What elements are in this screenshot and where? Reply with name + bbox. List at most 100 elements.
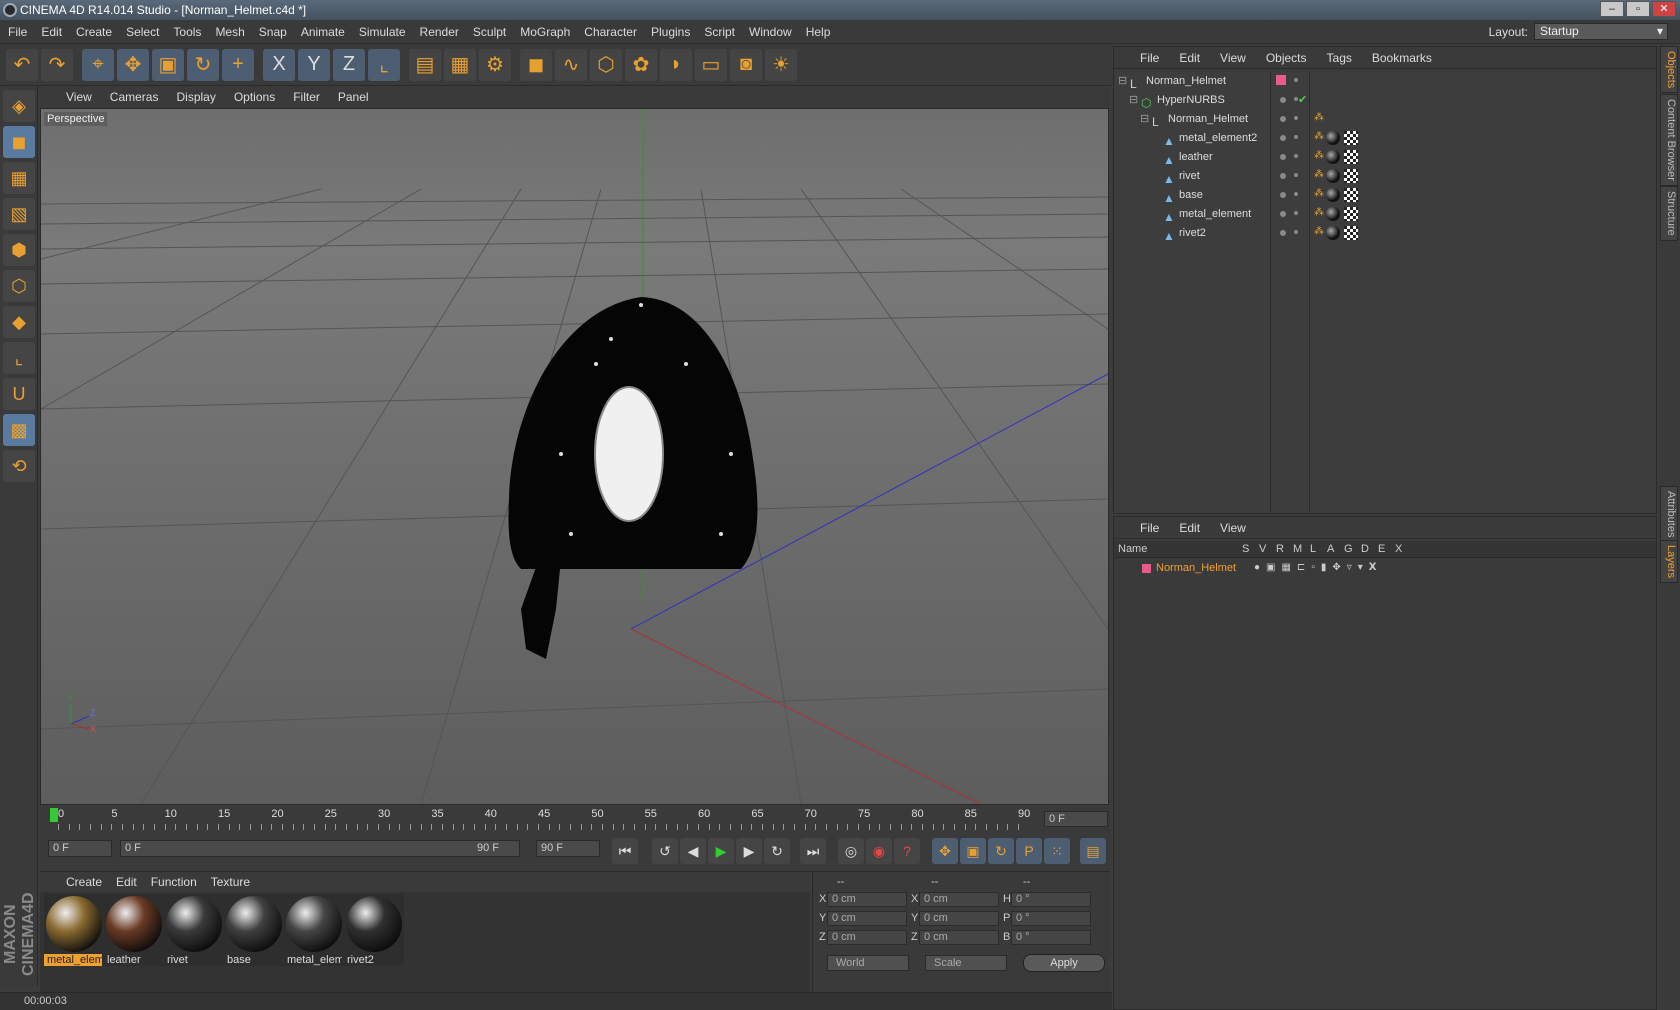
layer-column-r[interactable]: R (1276, 543, 1284, 555)
rotate-icon[interactable]: ↻ (187, 48, 219, 81)
spline-icon[interactable]: ∿ (555, 48, 587, 81)
coordinate-system-icon[interactable]: ⌞ (368, 48, 400, 81)
snap-icon[interactable]: ▩ (3, 414, 35, 446)
coordinate-mode-dropdown[interactable]: World (827, 955, 909, 971)
minimize-button[interactable]: – (1600, 1, 1624, 17)
start-frame-field[interactable]: 0 F (48, 840, 112, 857)
object-menu-objects[interactable]: Objects (1266, 51, 1307, 65)
viewport-menu-panel[interactable]: Panel (338, 90, 369, 104)
camera-icon[interactable]: ◙ (730, 48, 762, 81)
next-frame-icon[interactable]: ▶ (736, 838, 762, 864)
phong-tag-icon[interactable]: ⁂ (1314, 151, 1324, 163)
object-row[interactable]: L ⊟ Norman_Helmet ⁂ (1114, 109, 1656, 130)
current-frame-field[interactable]: 0 F (1044, 811, 1108, 827)
previous-key-icon[interactable]: ↺ (652, 838, 678, 864)
coord-field[interactable]: 0 cm (919, 892, 999, 907)
material-swatch[interactable]: base (224, 894, 284, 966)
axis-icon[interactable]: ⌞ (3, 342, 35, 374)
menu-mesh[interactable]: Mesh (215, 25, 244, 39)
object-menu-file[interactable]: File (1140, 51, 1159, 65)
render-dot[interactable] (1294, 135, 1298, 139)
tab-content-browser[interactable]: Content Browser (1660, 94, 1678, 186)
material-swatch[interactable]: leather (104, 894, 164, 966)
object-menu-view[interactable]: View (1220, 51, 1246, 65)
coord-field[interactable]: 0 ° (1011, 930, 1091, 945)
coord-field[interactable]: 0 ° (1011, 911, 1091, 926)
menu-render[interactable]: Render (420, 25, 459, 39)
object-name[interactable]: Norman_Helmet (1168, 109, 1248, 129)
record-keys-icon[interactable]: ◎ (838, 838, 864, 864)
play-icon[interactable]: ▶ (708, 838, 734, 864)
layer-column-s[interactable]: S (1242, 543, 1249, 555)
playhead[interactable] (50, 808, 58, 822)
layer-menu-file[interactable]: File (1140, 521, 1159, 535)
scale-icon[interactable]: ▣ (152, 48, 184, 81)
menu-create[interactable]: Create (76, 25, 112, 39)
viewport-menu-filter[interactable]: Filter (293, 90, 320, 104)
layer-column-a[interactable]: A (1327, 543, 1334, 555)
phong-tag-icon[interactable]: ⁂ (1314, 113, 1324, 125)
object-row[interactable]: ▲ rivet ⁂ (1114, 166, 1656, 186)
object-row[interactable]: ⬡ ⊟ HyperNURBS ✔ (1114, 90, 1656, 110)
phong-tag-icon[interactable]: ⁂ (1314, 227, 1324, 239)
autokey-icon[interactable]: ◉ (866, 838, 892, 864)
size-mode-dropdown[interactable]: Scale (925, 955, 1007, 971)
timeline-window-icon[interactable]: ▤ (1080, 838, 1106, 864)
layer-column-m[interactable]: M (1293, 543, 1302, 555)
texture-tag-icon[interactable] (1344, 226, 1358, 240)
object-row[interactable]: ▲ base ⁂ (1114, 185, 1656, 205)
visibility-dot[interactable] (1280, 173, 1286, 179)
end-frame-field[interactable]: 90 F (536, 840, 600, 857)
texture-tag-icon[interactable] (1344, 131, 1358, 145)
previous-frame-icon[interactable]: ◀ (680, 838, 706, 864)
texture-tag-icon[interactable] (1344, 150, 1358, 164)
object-name[interactable]: metal_element2 (1179, 128, 1257, 148)
add-icon[interactable]: + (222, 48, 254, 81)
material-tag-icon[interactable] (1326, 150, 1340, 164)
object-row[interactable]: ▲ leather ⁂ (1114, 147, 1656, 167)
object-name[interactable]: base (1179, 185, 1203, 205)
nurbs-icon[interactable]: ⬡ (590, 48, 622, 81)
menu-snap[interactable]: Snap (259, 25, 287, 39)
material-swatch[interactable]: metal_elem (44, 894, 104, 966)
material-menu-edit[interactable]: Edit (116, 875, 137, 889)
render-dot[interactable] (1294, 78, 1298, 82)
points-mode-icon[interactable]: ⬢ (3, 234, 35, 266)
range-slider[interactable]: 0 F 90 F (120, 840, 520, 857)
timeline[interactable]: 0 5 10 15 20 25 30 35 40 45 50 55 60 65 70 75 80 85 90 0 F (40, 806, 1110, 832)
material-tag-icon[interactable] (1326, 131, 1340, 145)
layer-row[interactable]: Norman_Helmet ●▣▦⊏▫▮✥▿▾𝗫 (1114, 559, 1656, 577)
render-dot[interactable] (1294, 230, 1298, 234)
coord-field[interactable]: 0 cm (827, 930, 907, 945)
expand-icon[interactable]: ⊟ (1118, 71, 1127, 91)
close-button[interactable]: ✕ (1652, 1, 1676, 17)
array-icon[interactable]: ✿ (625, 48, 657, 81)
material-menu-texture[interactable]: Texture (211, 875, 250, 889)
layer-column-d[interactable]: D (1361, 543, 1369, 555)
material-menu-create[interactable]: Create (66, 875, 102, 889)
render-dot[interactable] (1294, 192, 1298, 196)
live-select-icon[interactable]: ⌖ (82, 48, 114, 81)
visibility-dot[interactable] (1280, 192, 1286, 198)
locked-workplane-icon[interactable]: ⟲ (3, 450, 35, 482)
coord-field[interactable]: 0 cm (919, 930, 999, 945)
menu-mograph[interactable]: MoGraph (520, 25, 570, 39)
render-view-icon[interactable]: ▤ (409, 48, 441, 81)
phong-tag-icon[interactable]: ⁂ (1314, 189, 1324, 201)
viewport-menu-options[interactable]: Options (234, 90, 275, 104)
y-axis-icon[interactable]: Y (298, 48, 330, 81)
workplane-icon[interactable]: ▧ (3, 198, 35, 230)
menu-animate[interactable]: Animate (301, 25, 345, 39)
render-settings-icon[interactable]: ⚙ (479, 48, 511, 81)
visibility-dot[interactable] (1280, 230, 1286, 236)
key-pla-icon[interactable]: ⁙ (1044, 838, 1070, 864)
undo-icon[interactable]: ↶ (6, 48, 38, 81)
tab-objects[interactable]: Objects (1660, 46, 1678, 94)
object-name[interactable]: HyperNURBS (1157, 90, 1225, 110)
coord-field[interactable]: 0 cm (919, 911, 999, 926)
tab-layers[interactable]: Layers (1660, 540, 1678, 584)
object-menu-tags[interactable]: Tags (1327, 51, 1352, 65)
material-swatch[interactable]: rivet2 (344, 894, 404, 966)
menu-window[interactable]: Window (749, 25, 792, 39)
visibility-dot[interactable] (1280, 97, 1286, 103)
